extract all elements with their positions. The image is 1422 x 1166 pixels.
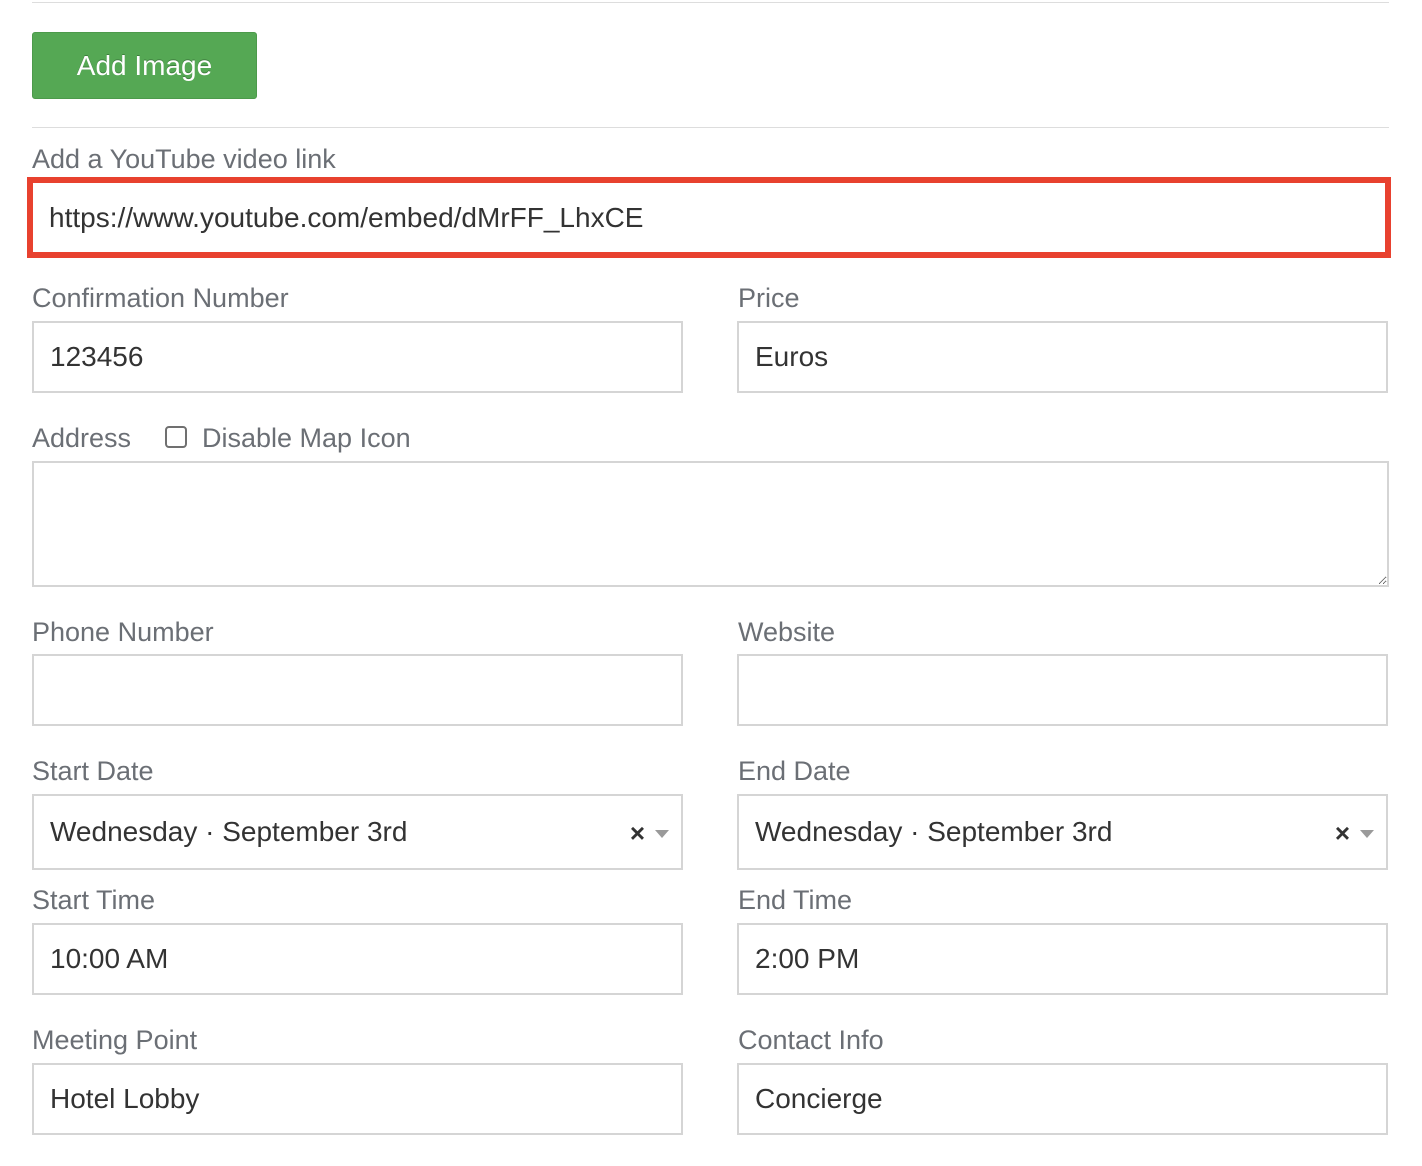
contact-info-input[interactable] [737, 1063, 1388, 1135]
address-label: Address [32, 423, 132, 453]
price-input[interactable] [737, 321, 1388, 393]
top-divider [32, 2, 1389, 3]
website-label: Website [738, 617, 836, 647]
start-date-value: Wednesday · September 3rd [50, 816, 408, 847]
confirmation-number-label: Confirmation Number [32, 283, 289, 313]
address-textarea[interactable] [32, 461, 1389, 587]
youtube-link-label: Add a YouTube video link [32, 144, 336, 174]
youtube-link-input[interactable] [27, 177, 1391, 258]
end-date-clear-icon[interactable]: × [1335, 796, 1350, 868]
disable-map-icon-checkbox[interactable] [165, 426, 187, 448]
start-date-clear-icon[interactable]: × [630, 796, 645, 868]
end-date-label: End Date [738, 756, 851, 786]
end-date-select[interactable]: Wednesday · September 3rd × [737, 794, 1388, 870]
contact-info-label: Contact Info [738, 1025, 884, 1055]
start-time-label: Start Time [32, 885, 156, 915]
end-time-label: End Time [738, 885, 853, 915]
end-date-caret-down-icon[interactable] [1360, 830, 1374, 838]
start-date-select[interactable]: Wednesday · September 3rd × [32, 794, 683, 870]
section-divider [32, 127, 1389, 128]
end-date-value: Wednesday · September 3rd [755, 816, 1113, 847]
disable-map-icon-label[interactable]: Disable Map Icon [202, 422, 411, 454]
phone-number-input[interactable] [32, 654, 683, 726]
price-label: Price [738, 283, 800, 313]
meeting-point-label: Meeting Point [32, 1025, 198, 1055]
end-time-input[interactable] [737, 923, 1388, 995]
phone-number-label: Phone Number [32, 617, 214, 647]
website-input[interactable] [737, 654, 1388, 726]
start-date-label: Start Date [32, 756, 154, 786]
form-page: Add Image Add a YouTube video link Confi… [0, 0, 1422, 1166]
add-image-button[interactable]: Add Image [32, 32, 257, 99]
start-date-caret-down-icon[interactable] [655, 830, 669, 838]
meeting-point-input[interactable] [32, 1063, 683, 1135]
confirmation-number-input[interactable] [32, 321, 683, 393]
start-time-input[interactable] [32, 923, 683, 995]
